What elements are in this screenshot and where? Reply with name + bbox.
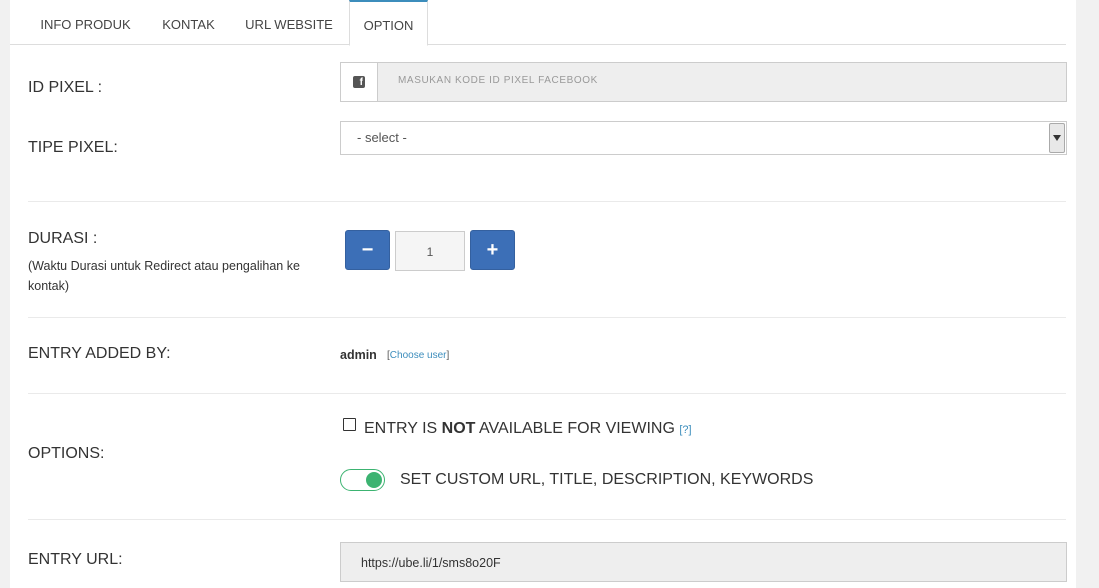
custom-url-toggle[interactable] xyxy=(340,469,385,491)
not-available-label: ENTRY IS NOT AVAILABLE FOR VIEWING [?] xyxy=(364,420,692,438)
label-bold: NOT xyxy=(441,420,476,437)
page-gutter xyxy=(1076,0,1099,588)
divider xyxy=(28,393,1066,394)
facebook-addon: f xyxy=(341,63,378,101)
entry-url-field[interactable]: https://ube.li/1/sms8o20F xyxy=(340,542,1067,582)
decrement-button[interactable]: − xyxy=(345,230,390,270)
tab-info-produk[interactable]: INFO PRODUK xyxy=(28,0,143,45)
id-pixel-placeholder: MASUKAN KODE ID PIXEL FACEBOOK xyxy=(398,75,598,86)
toggle-knob xyxy=(366,472,382,488)
tipe-pixel-select[interactable]: - select - xyxy=(340,121,1067,155)
increment-button[interactable]: + xyxy=(470,230,515,270)
author-name: admin xyxy=(340,348,377,362)
durasi-label: DURASI : xyxy=(28,230,98,247)
divider xyxy=(28,519,1066,520)
id-pixel-label: ID PIXEL : xyxy=(28,79,103,96)
durasi-input[interactable]: 1 xyxy=(395,231,465,271)
form-panel: INFO PRODUK KONTAK URL WEBSITE OPTION ID… xyxy=(10,0,1099,588)
label-part: ENTRY IS xyxy=(364,420,442,437)
tipe-pixel-selected: - select - xyxy=(357,130,407,145)
entry-added-by-label: ENTRY ADDED BY: xyxy=(28,345,171,362)
choose-user-link[interactable]: Choose user xyxy=(390,350,447,361)
tab-kontak[interactable]: KONTAK xyxy=(150,0,227,45)
custom-url-label: SET CUSTOM URL, TITLE, DESCRIPTION, KEYW… xyxy=(400,471,814,488)
tab-option[interactable]: OPTION xyxy=(349,0,428,46)
facebook-icon: f xyxy=(353,76,365,88)
bracket: ] xyxy=(446,350,450,361)
choose-user: [Choose user] xyxy=(387,350,449,361)
tab-bar: INFO PRODUK KONTAK URL WEBSITE OPTION xyxy=(10,0,1066,46)
chevron-down-icon[interactable] xyxy=(1049,123,1065,153)
durasi-hint: (Waktu Durasi untuk Redirect atau pengal… xyxy=(28,259,300,293)
label-part: AVAILABLE FOR VIEWING xyxy=(475,420,675,437)
divider xyxy=(28,317,1066,318)
entry-url-label: ENTRY URL: xyxy=(28,551,123,568)
not-available-checkbox[interactable] xyxy=(343,418,356,431)
options-label: OPTIONS: xyxy=(28,445,105,462)
tipe-pixel-label: TIPE PIXEL: xyxy=(28,139,118,156)
help-link[interactable]: [?] xyxy=(679,424,691,436)
divider xyxy=(28,201,1066,202)
id-pixel-field[interactable]: f MASUKAN KODE ID PIXEL FACEBOOK xyxy=(340,62,1067,102)
tab-url-website[interactable]: URL WEBSITE xyxy=(235,0,343,45)
